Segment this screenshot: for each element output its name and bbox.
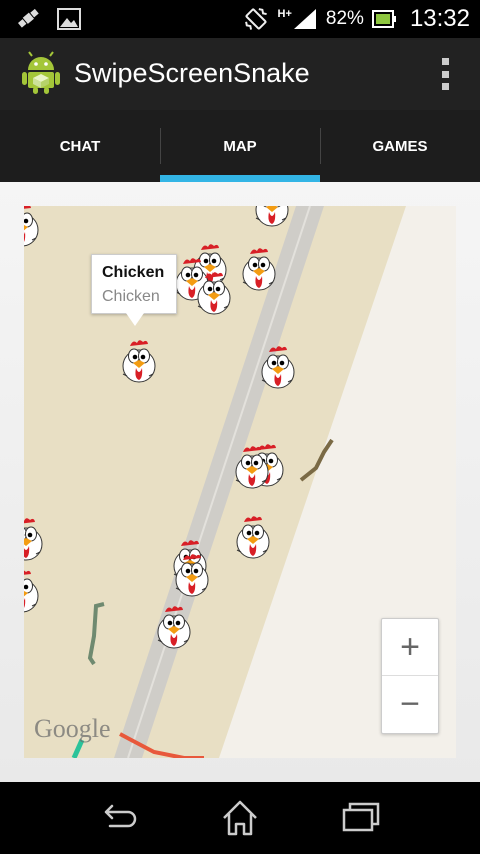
info-window-snippet: Chicken (102, 288, 160, 305)
chicken-marker[interactable] (239, 246, 277, 292)
navigation-bar (0, 782, 480, 854)
map-view[interactable]: Chicken Chicken + − Google (24, 206, 456, 758)
signal-icon (293, 9, 316, 29)
battery-icon (371, 10, 396, 28)
info-window-title: Chicken (102, 264, 165, 281)
tab-label: CHAT (59, 137, 101, 155)
overflow-dot-icon (442, 83, 449, 90)
tab-label: GAMES (372, 137, 428, 155)
tab-label: MAP (223, 137, 257, 155)
tab-chat[interactable]: CHAT (0, 110, 160, 182)
zoom-controls: + − (381, 618, 439, 734)
chicken-marker[interactable] (232, 444, 270, 490)
chicken-marker[interactable] (154, 604, 192, 650)
overflow-dot-icon (442, 70, 449, 78)
chicken-marker[interactable] (194, 270, 232, 316)
overflow-menu-button[interactable] (442, 58, 450, 90)
network-type: H+ (277, 8, 292, 20)
chicken-marker[interactable] (258, 344, 296, 390)
zoom-out-button[interactable]: − (382, 676, 438, 732)
map-content-area: Chicken Chicken + − Google (0, 182, 480, 782)
vibrate-icon (244, 8, 267, 30)
gps-icon (18, 8, 39, 28)
overflow-dot-icon (442, 58, 449, 65)
back-icon[interactable] (98, 796, 142, 840)
home-icon[interactable] (218, 796, 262, 840)
chicken-marker[interactable] (172, 552, 210, 598)
chicken-marker[interactable] (252, 206, 290, 228)
chicken-marker[interactable] (24, 568, 40, 614)
tab-bar: CHAT MAP GAMES (0, 110, 480, 182)
android-app-icon (22, 51, 60, 94)
chicken-marker[interactable] (119, 338, 157, 384)
image-notification-icon (57, 8, 81, 30)
tab-games[interactable]: GAMES (320, 110, 480, 182)
clock: 13:32 (409, 5, 470, 32)
chicken-marker[interactable] (233, 514, 271, 560)
action-bar: SwipeScreenSnake (0, 38, 480, 110)
chicken-marker[interactable] (24, 206, 40, 248)
marker-info-window[interactable]: Chicken Chicken (91, 254, 177, 326)
tab-map[interactable]: MAP (160, 110, 320, 182)
zoom-in-button[interactable]: + (382, 619, 438, 676)
chicken-marker[interactable] (24, 516, 44, 562)
status-bar: H+ 82% 13:32 (0, 0, 480, 38)
google-attribution: Google (34, 714, 111, 743)
recent-apps-icon[interactable] (338, 796, 382, 840)
app-title: SwipeScreenSnake (74, 58, 310, 88)
battery-percent: 82% (325, 8, 364, 29)
